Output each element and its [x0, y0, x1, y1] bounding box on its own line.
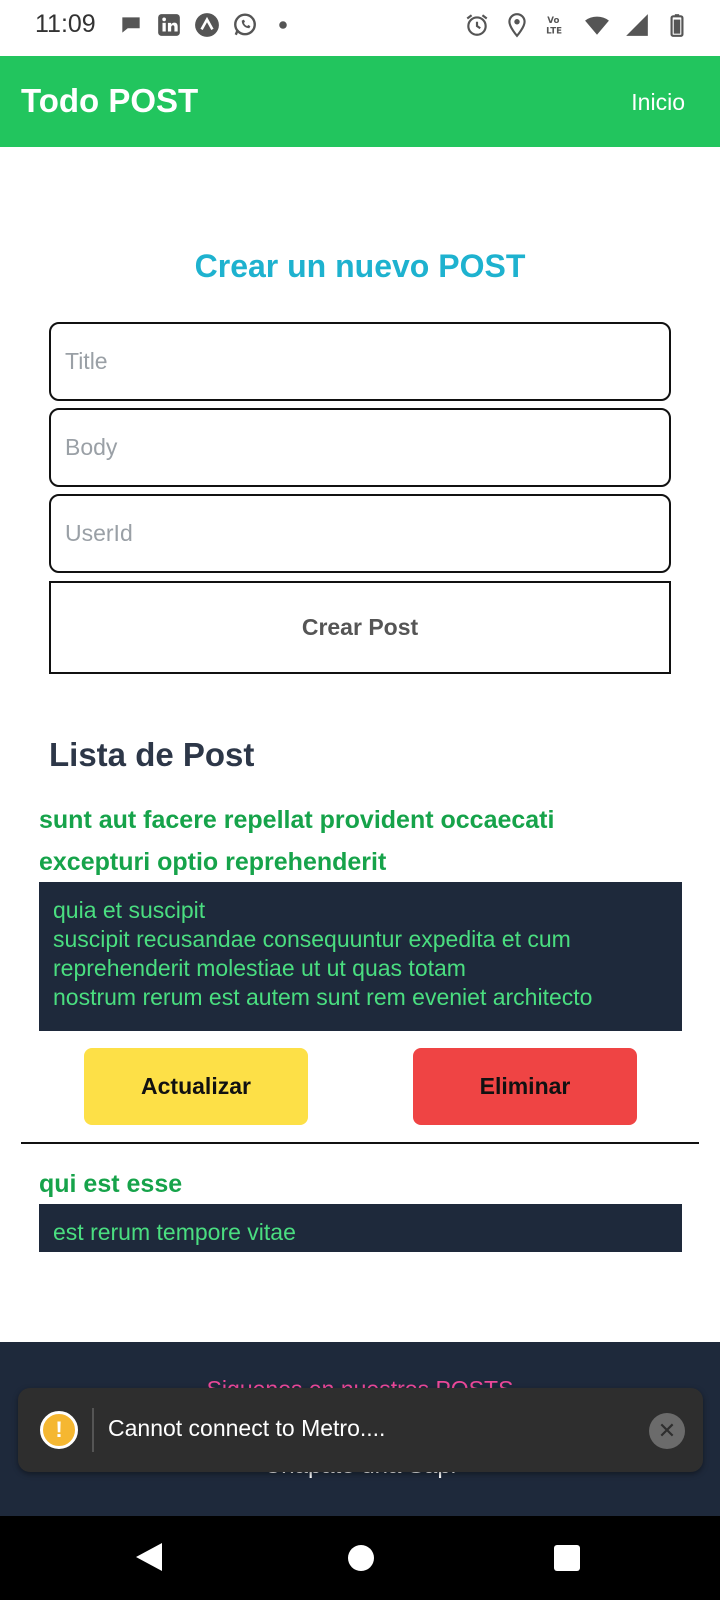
- dot-icon: [270, 12, 296, 38]
- chat-bubble-icon: [118, 12, 144, 38]
- location-icon: [504, 12, 530, 38]
- whatsapp-icon: [232, 12, 258, 38]
- home-icon[interactable]: [348, 1545, 374, 1571]
- list-heading: Lista de Post: [49, 736, 255, 773]
- warning-icon: !: [40, 1411, 78, 1449]
- recent-apps-icon[interactable]: [554, 1545, 580, 1571]
- update-button[interactable]: Actualizar: [84, 1048, 308, 1125]
- alarm-icon: [464, 12, 490, 38]
- status-bar: 11:09 Vo LTE: [0, 0, 720, 56]
- system-icons: Vo LTE: [464, 12, 690, 38]
- title-input[interactable]: [49, 322, 671, 401]
- signal-icon: [624, 12, 650, 38]
- nav-link-inicio[interactable]: Inicio: [631, 89, 685, 116]
- create-post-button[interactable]: Crear Post: [49, 581, 671, 674]
- post-divider: [21, 1142, 699, 1144]
- back-icon[interactable]: [136, 1543, 162, 1571]
- linkedin-icon: [156, 12, 182, 38]
- form-heading: Crear un nuevo POST: [194, 248, 526, 284]
- userid-input[interactable]: [49, 494, 671, 573]
- close-icon[interactable]: ✕: [649, 1413, 685, 1449]
- post-body: quia et suscipit suscipit recusandae con…: [39, 882, 682, 1031]
- post-body: est rerum tempore vitae: [39, 1204, 682, 1252]
- battery-icon: [664, 12, 690, 38]
- svg-text:Vo: Vo: [547, 16, 559, 26]
- app-bar: Todo POST Inicio: [0, 56, 720, 147]
- app-title: Todo POST: [21, 82, 199, 119]
- volte-icon: Vo LTE: [544, 12, 570, 38]
- system-nav-bar: [0, 1516, 720, 1600]
- wifi-icon: [584, 12, 610, 38]
- notification-icons: [118, 12, 296, 38]
- svg-text:LTE: LTE: [546, 27, 562, 37]
- error-toast[interactable]: ! Cannot connect to Metro.... ✕: [18, 1388, 703, 1472]
- delete-button[interactable]: Eliminar: [413, 1048, 637, 1125]
- body-input[interactable]: [49, 408, 671, 487]
- toast-message: Cannot connect to Metro....: [108, 1415, 386, 1441]
- post-title: qui est esse: [39, 1170, 183, 1198]
- post-title: sunt aut facere repellat provident occae…: [39, 806, 555, 876]
- toast-separator: [92, 1408, 94, 1452]
- expo-icon: [194, 12, 220, 38]
- status-time: 11:09: [35, 10, 96, 38]
